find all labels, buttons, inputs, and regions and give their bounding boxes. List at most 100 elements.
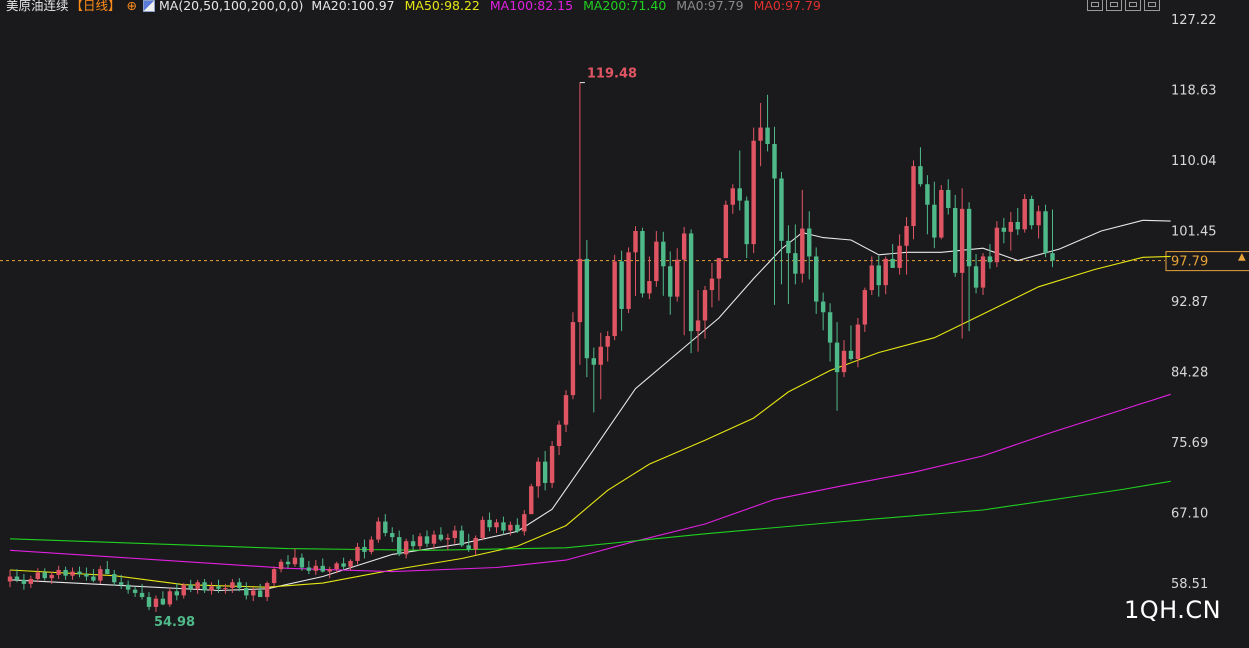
candle-body <box>702 290 708 321</box>
candle-body <box>397 537 402 555</box>
candle-body <box>841 350 847 373</box>
candle-body <box>181 584 186 596</box>
candle-body <box>570 322 576 396</box>
y-tick-label: 110.04 <box>1171 154 1217 169</box>
candle-body <box>737 188 742 201</box>
candle-body <box>654 241 659 282</box>
candle-body <box>306 567 312 571</box>
candle-body <box>883 258 888 286</box>
candle-body <box>244 588 249 596</box>
candle-body <box>320 565 325 572</box>
candle-body <box>612 261 617 337</box>
candle-body <box>452 530 457 538</box>
candle-body <box>403 541 409 555</box>
candle-body <box>313 565 318 571</box>
candle-body <box>390 533 395 538</box>
candle-body <box>584 258 590 359</box>
candle-body <box>709 278 715 291</box>
candle-body <box>765 127 770 144</box>
candle-body <box>271 569 277 584</box>
candle-body <box>1022 198 1027 230</box>
y-tick-label: 101.45 <box>1171 225 1217 240</box>
candle-body <box>1015 221 1020 230</box>
candle-body <box>49 574 54 579</box>
candle-body <box>480 519 485 538</box>
candle-body <box>681 233 687 260</box>
candle-body <box>953 208 958 273</box>
candlestick-chart[interactable]: 127.22 118.63 110.04 101.45 92.87 84.28 75.69 6… <box>0 0 1249 648</box>
candle-body <box>807 228 812 257</box>
candle-body <box>230 582 235 589</box>
candle-body <box>515 524 520 532</box>
candle-body <box>264 583 270 598</box>
candle-body <box>1050 253 1055 261</box>
candle-body <box>417 536 423 547</box>
candle-body <box>723 204 729 259</box>
candle-body <box>202 582 207 591</box>
candle-body <box>494 522 499 528</box>
candle-body <box>188 584 193 589</box>
candle-body <box>668 266 673 297</box>
candle-body <box>939 189 944 238</box>
candle-body <box>459 530 464 546</box>
candle-body <box>278 561 284 570</box>
candle-body <box>251 590 256 596</box>
candle-body <box>973 266 979 288</box>
candle-body <box>1036 211 1041 226</box>
candle-body <box>786 240 791 254</box>
candle-body <box>84 574 89 577</box>
candle-body <box>987 256 993 263</box>
candle-body <box>91 576 96 581</box>
candle-body <box>258 590 263 598</box>
candle-body <box>758 127 763 141</box>
candle-body <box>577 258 583 323</box>
candle-body <box>890 258 895 268</box>
candle-body <box>132 589 138 593</box>
candle-body <box>77 571 82 575</box>
candle-body <box>730 188 735 205</box>
candle-body <box>772 143 777 179</box>
max-price-label: 119.48 <box>587 67 637 82</box>
candle-body <box>35 572 40 579</box>
candle-body <box>820 301 826 313</box>
y-tick-label: 127.22 <box>1171 13 1217 28</box>
candle-body <box>661 241 666 267</box>
candle-body <box>348 560 353 567</box>
candle-body <box>695 320 701 332</box>
current-price-label: 97.79 <box>1171 255 1208 270</box>
candle-body <box>125 584 131 590</box>
candle-body <box>994 227 1000 263</box>
candle-body <box>779 178 784 241</box>
candle-body <box>292 557 298 565</box>
candle-body <box>563 395 569 425</box>
candle-body <box>522 514 527 532</box>
candle-body <box>28 578 34 584</box>
candle-body <box>605 336 610 347</box>
candle-body <box>98 569 103 581</box>
candle-body <box>529 486 534 515</box>
y-tick-label: 118.63 <box>1171 84 1217 99</box>
candle-body <box>1008 221 1013 232</box>
candle-body <box>105 569 110 575</box>
candle-body <box>501 522 506 531</box>
candle-body <box>1043 211 1048 254</box>
ma-line-ma20 <box>9 219 1171 592</box>
candle-body <box>800 228 805 274</box>
candle-body <box>341 563 346 567</box>
candle-body <box>438 534 444 540</box>
y-tick-label: 67.10 <box>1171 507 1208 522</box>
candle-body <box>174 591 179 596</box>
candle-body <box>834 342 840 373</box>
y-tick-label: 84.28 <box>1171 366 1208 381</box>
candle-body <box>112 574 117 583</box>
candle-body <box>369 539 374 552</box>
candle-body <box>355 546 360 561</box>
candle-body <box>640 230 645 294</box>
candle-body <box>42 572 47 579</box>
candle-body <box>362 546 367 552</box>
y-tick-label: 75.69 <box>1171 436 1208 451</box>
candle-body <box>827 312 833 343</box>
candle-body <box>598 346 603 365</box>
candle-body <box>897 245 902 268</box>
candle-body <box>14 576 20 580</box>
